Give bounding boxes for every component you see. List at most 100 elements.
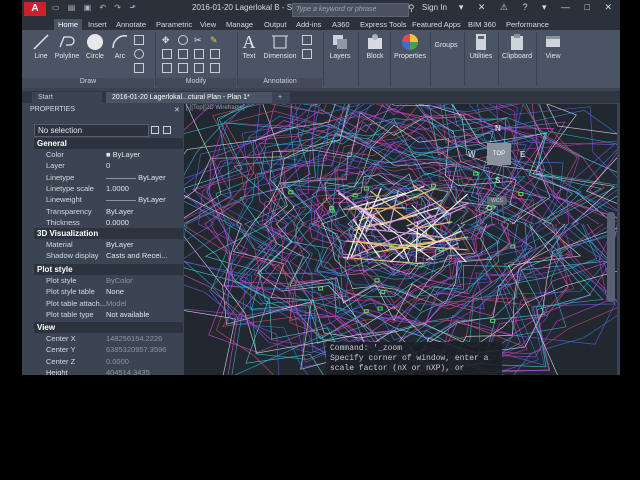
hatch-icon[interactable] (134, 49, 144, 59)
property-row[interactable]: Transparency ByLayer (34, 206, 180, 217)
drawing-viewport[interactable]: [-][Top][2D Wireframe] N S E W TOP WCS C… (184, 104, 617, 375)
select-objects-icon[interactable] (163, 126, 171, 134)
tab-parametric[interactable]: Parametric (152, 19, 196, 30)
array-icon[interactable] (194, 63, 204, 73)
property-row[interactable]: Lineweight ———— ByLayer (34, 194, 180, 205)
section-general[interactable]: General (34, 138, 183, 149)
property-value[interactable]: ByLayer (106, 239, 134, 250)
erase-icon[interactable]: ✎ (210, 35, 218, 45)
property-row[interactable]: Plot table attach... Model (34, 298, 180, 309)
close-icon[interactable]: ✕ (174, 106, 180, 114)
property-value[interactable]: None (106, 286, 124, 297)
groups-button[interactable]: Groups (432, 42, 460, 49)
viewcube-top[interactable]: TOP (487, 143, 511, 165)
tab-addins[interactable]: Add-ins (292, 19, 325, 30)
quick-select-icon[interactable] (151, 126, 159, 134)
compass-west[interactable]: W (468, 150, 476, 159)
table-icon[interactable] (302, 49, 312, 59)
property-row[interactable]: Plot style table None (34, 286, 180, 297)
property-row[interactable]: Shadow display Casts and Recei... (34, 250, 180, 261)
trim-icon[interactable]: ✂ (194, 35, 202, 45)
tab-start[interactable]: Start (32, 92, 102, 103)
polyline-button[interactable]: Polyline (52, 33, 82, 60)
tab-bim360[interactable]: BIM 360 (464, 19, 500, 30)
application-menu-button[interactable]: A (24, 2, 46, 16)
tab-insert[interactable]: Insert (84, 19, 111, 30)
annotation-group-label[interactable]: Annotation (238, 78, 322, 88)
tab-drawing[interactable]: 2016-01-20 Lagerlokal...ctural Plan - Pl… (106, 92, 278, 103)
section-plot-style[interactable]: Plot style (34, 264, 183, 275)
property-row[interactable]: Color ■ ByLayer (34, 149, 180, 160)
tab-featured-apps[interactable]: Featured Apps (408, 19, 465, 30)
property-row[interactable]: Linetype ———— ByLayer (34, 172, 180, 183)
property-value[interactable]: ByLayer (106, 206, 134, 217)
rotate-icon[interactable] (178, 35, 188, 45)
property-row[interactable]: Linetype scale 1.0000 (34, 183, 180, 194)
property-row[interactable]: Center Y 6385320957.3596 (34, 344, 180, 355)
property-value[interactable]: 148256154.2226 (106, 333, 162, 344)
wcs-menu[interactable]: WCS (487, 197, 507, 205)
clipboard-button[interactable]: Clipboard (500, 33, 534, 60)
property-row[interactable]: Thickness 0.0000 (34, 217, 180, 228)
scale-icon[interactable] (178, 63, 188, 73)
window-controls[interactable]: ▾ ✕ ⚠ ? ▾ — □ ✕ (459, 2, 618, 13)
property-value[interactable]: Casts and Recei... (106, 250, 167, 261)
view-button[interactable]: View (540, 33, 566, 60)
tab-express-tools[interactable]: Express Tools (356, 19, 411, 30)
copy-icon[interactable] (162, 49, 172, 59)
draw-group-label[interactable]: Draw (22, 78, 154, 88)
mirror-icon[interactable] (178, 49, 188, 59)
property-value[interactable]: Model (106, 298, 126, 309)
property-value[interactable]: 1.0000 (106, 183, 129, 194)
tab-a360[interactable]: A360 (328, 19, 354, 30)
property-row[interactable]: Height 404514.3435 (34, 367, 180, 375)
property-row[interactable]: Plot table type Not available (34, 309, 180, 320)
property-value[interactable]: 0 (106, 160, 110, 171)
move-icon[interactable]: ✥ (162, 35, 170, 45)
layers-button[interactable]: Layers (326, 33, 354, 60)
section-3d-visualization[interactable]: 3D Visualization (34, 228, 183, 239)
circle-button[interactable]: Circle (82, 33, 108, 60)
stretch-icon[interactable] (162, 63, 172, 73)
navigation-bar[interactable] (607, 212, 615, 302)
block-button[interactable]: Block (362, 33, 388, 60)
property-value[interactable]: 6385320957.3596 (106, 344, 166, 355)
property-row[interactable]: Layer 0 (34, 160, 180, 171)
offset-icon[interactable] (210, 63, 220, 73)
section-view[interactable]: View (34, 322, 183, 333)
tab-home[interactable]: Home (54, 19, 83, 30)
rectangle-icon[interactable] (134, 35, 144, 45)
tab-annotate[interactable]: Annotate (112, 19, 150, 30)
property-value[interactable]: 0.0000 (106, 356, 129, 367)
command-line[interactable]: Command: '_zoom Specify corner of window… (326, 342, 502, 375)
fillet-icon[interactable] (194, 49, 204, 59)
text-button[interactable]: A Text (238, 33, 260, 60)
property-row[interactable]: Plot style ByColor (34, 275, 180, 286)
tab-output[interactable]: Output (260, 19, 291, 30)
tab-view[interactable]: View (196, 19, 220, 30)
search-input[interactable]: Type a keyword or phrase (292, 3, 409, 17)
binoculars-icon[interactable]: ⚲ (408, 3, 415, 14)
quick-access-toolbar[interactable]: ▭ ▤ ▣ ↶ ↷ ⬏ (52, 3, 139, 12)
property-value[interactable]: ByColor (106, 275, 133, 286)
property-value[interactable]: ———— ByLayer (106, 172, 166, 183)
compass-north[interactable]: N (495, 124, 501, 133)
property-value[interactable]: Not available (106, 309, 149, 320)
compass-south[interactable]: S (495, 176, 500, 185)
explode-icon[interactable] (210, 49, 220, 59)
property-value[interactable]: 0.0000 (106, 217, 129, 228)
multileader-icon[interactable] (302, 35, 312, 45)
property-row[interactable]: Material ByLayer (34, 239, 180, 250)
property-value[interactable]: 404514.3435 (106, 367, 150, 375)
line-button[interactable]: Line (28, 33, 54, 60)
tab-performance[interactable]: Performance (502, 19, 553, 30)
compass-east[interactable]: E (520, 150, 525, 159)
tab-manage[interactable]: Manage (222, 19, 257, 30)
new-tab-button[interactable]: + (272, 92, 290, 103)
property-value[interactable]: ———— ByLayer (106, 194, 166, 205)
properties-button[interactable]: Properties (392, 33, 428, 60)
modify-group-label[interactable]: Modify (156, 78, 236, 88)
sign-in-button[interactable]: Sign In (422, 3, 447, 12)
property-row[interactable]: Center X 148256154.2226 (34, 333, 180, 344)
selection-dropdown[interactable]: No selection (34, 124, 149, 137)
